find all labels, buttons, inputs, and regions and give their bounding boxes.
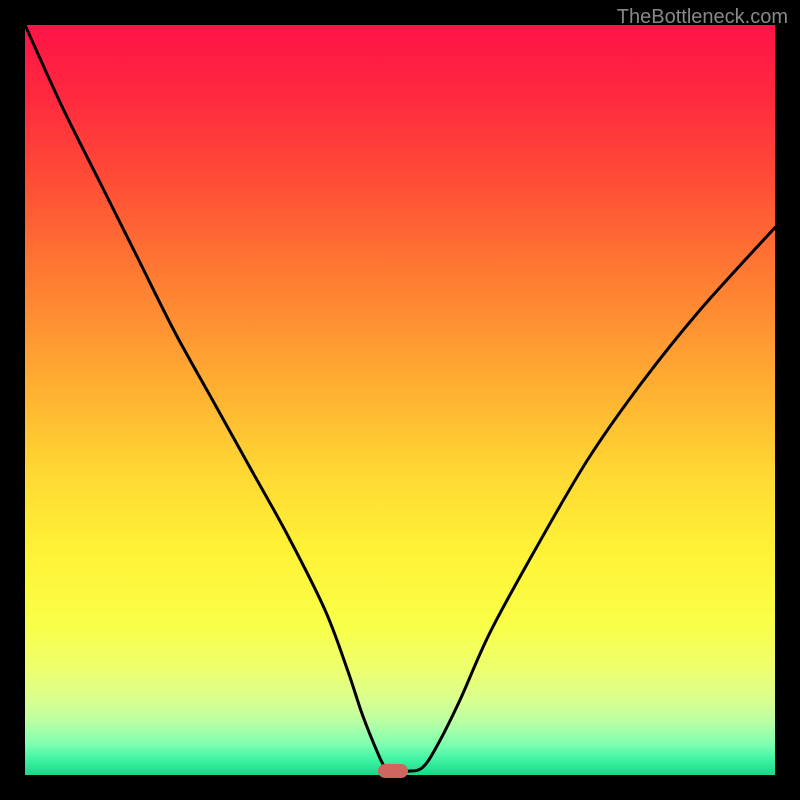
chart-frame: TheBottleneck.com <box>0 0 800 800</box>
optimal-marker <box>378 764 408 778</box>
watermark-text: TheBottleneck.com <box>617 6 788 29</box>
gradient-plot-bg <box>25 25 775 775</box>
